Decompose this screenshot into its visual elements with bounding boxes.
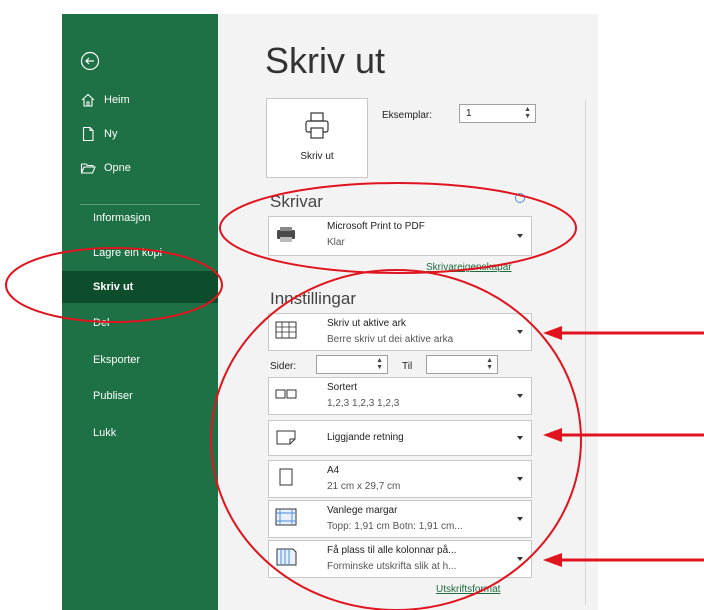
sidebar-item-label: Opne	[104, 162, 131, 174]
sidebar-item-home[interactable]: Heim	[62, 84, 218, 116]
home-icon	[81, 93, 95, 107]
setting-title: A4	[327, 465, 340, 476]
page-title: Skriv ut	[265, 40, 386, 81]
sidebar-item-label: Skriv ut	[93, 281, 134, 293]
setting-detail: Topp: 1,91 cm Botn: 1,91 cm...	[327, 521, 463, 532]
setting-title: Få plass til alle kolonnar på...	[327, 545, 457, 556]
setting-title: Liggjande retning	[327, 432, 404, 443]
setting-title: Skriv ut aktive ark	[327, 318, 406, 329]
setting-title: Sortert	[327, 382, 358, 393]
back-arrow-icon[interactable]	[80, 51, 100, 71]
paper-size-icon	[279, 468, 293, 486]
spin-arrows-icon[interactable]: ▲ ▼	[524, 106, 531, 120]
pages-to-input[interactable]: ▲ ▼	[426, 355, 498, 374]
info-icon[interactable]	[515, 193, 525, 203]
setting-title: Vanlege margar	[327, 505, 398, 516]
setting-detail: Forminske utskrifta slik at h...	[327, 561, 457, 572]
printer-device-icon	[277, 227, 295, 242]
sidebar-item-label: Ny	[104, 128, 118, 140]
setting-detail: Berre skriv ut dei aktive arka	[327, 334, 454, 345]
pages-to-label: Til	[402, 361, 413, 372]
sidebar-item-share[interactable]: Del	[62, 307, 218, 339]
margins-icon	[275, 508, 297, 526]
sidebar-item-save-copy[interactable]: Lagre ein kopi	[62, 237, 218, 269]
paper-size-dropdown[interactable]: A4 21 cm x 29,7 cm	[268, 460, 532, 498]
setting-detail: 1,2,3 1,2,3 1,2,3	[327, 398, 400, 409]
copies-value: 1	[466, 108, 472, 119]
settings-section-heading: Innstillingar	[270, 289, 356, 308]
sidebar-item-label: Del	[93, 317, 110, 329]
sidebar-item-new[interactable]: Ny	[62, 118, 218, 150]
folder-open-icon	[80, 163, 96, 174]
sidebar-item-label: Publiser	[93, 390, 133, 402]
sidebar-item-close[interactable]: Lukk	[62, 417, 218, 449]
margins-dropdown[interactable]: Vanlege margar Topp: 1,91 cm Botn: 1,91 …	[268, 500, 532, 538]
printer-status: Klar	[327, 237, 345, 248]
sidebar-item-open[interactable]: Opne	[62, 152, 218, 184]
print-what-dropdown[interactable]: Skriv ut aktive ark Berre skriv ut dei a…	[268, 313, 532, 351]
setting-detail: 21 cm x 29,7 cm	[327, 481, 401, 492]
chevron-down-icon	[517, 477, 523, 481]
sidebar-item-label: Heim	[104, 94, 130, 106]
chevron-down-icon	[517, 394, 523, 398]
sidebar-item-info[interactable]: Informasjon	[62, 202, 218, 234]
sidebar-item-publish[interactable]: Publiser	[62, 380, 218, 412]
chevron-down-icon	[517, 557, 523, 561]
chevron-down-icon	[517, 330, 523, 334]
printer-dropdown[interactable]: Microsoft Print to PDF Klar	[268, 216, 532, 256]
pages-from-input[interactable]: ▲ ▼	[316, 355, 388, 374]
copies-stepper[interactable]: 1 ▲ ▼	[459, 104, 536, 123]
collated-pages-icon	[275, 389, 297, 399]
collation-dropdown[interactable]: Sortert 1,2,3 1,2,3 1,2,3	[268, 377, 532, 415]
sidebar-item-label: Informasjon	[93, 212, 151, 224]
sidebar-item-label: Lagre ein kopi	[93, 247, 163, 259]
chevron-down-icon	[517, 436, 523, 440]
landscape-page-icon	[276, 430, 296, 445]
scaling-dropdown[interactable]: Få plass til alle kolonnar på... Formins…	[268, 540, 532, 578]
printer-section-heading: Skrivar	[270, 192, 323, 211]
sidebar-item-print[interactable]: Skriv ut	[62, 271, 218, 303]
printer-name: Microsoft Print to PDF	[327, 221, 425, 232]
printer-icon	[305, 112, 329, 139]
print-button[interactable]: Skriv ut	[266, 98, 368, 178]
sidebar-item-label: Lukk	[93, 427, 117, 439]
print-button-label: Skriv ut	[300, 151, 334, 162]
spin-arrows-icon[interactable]: ▲ ▼	[486, 357, 493, 371]
orientation-dropdown[interactable]: Liggjande retning	[268, 420, 532, 456]
sheet-grid-icon	[275, 321, 297, 339]
fit-columns-icon	[276, 548, 297, 566]
new-document-icon	[82, 126, 94, 142]
pages-label: Sider:	[270, 361, 297, 372]
copies-label: Eksemplar:	[382, 110, 433, 121]
printer-properties-link[interactable]: Skrivareigenskapar	[426, 262, 512, 273]
chevron-down-icon	[517, 517, 523, 521]
sidebar-item-export[interactable]: Eksporter	[62, 344, 218, 376]
chevron-down-icon	[517, 234, 523, 238]
preview-divider	[585, 100, 586, 605]
page-setup-link[interactable]: Utskriftsformat	[436, 584, 500, 595]
backstage-sidebar: Heim Ny Opne Informasjon Lagre ein kopi …	[62, 14, 218, 610]
sidebar-item-label: Eksporter	[93, 354, 141, 366]
spin-arrows-icon[interactable]: ▲ ▼	[376, 357, 383, 371]
